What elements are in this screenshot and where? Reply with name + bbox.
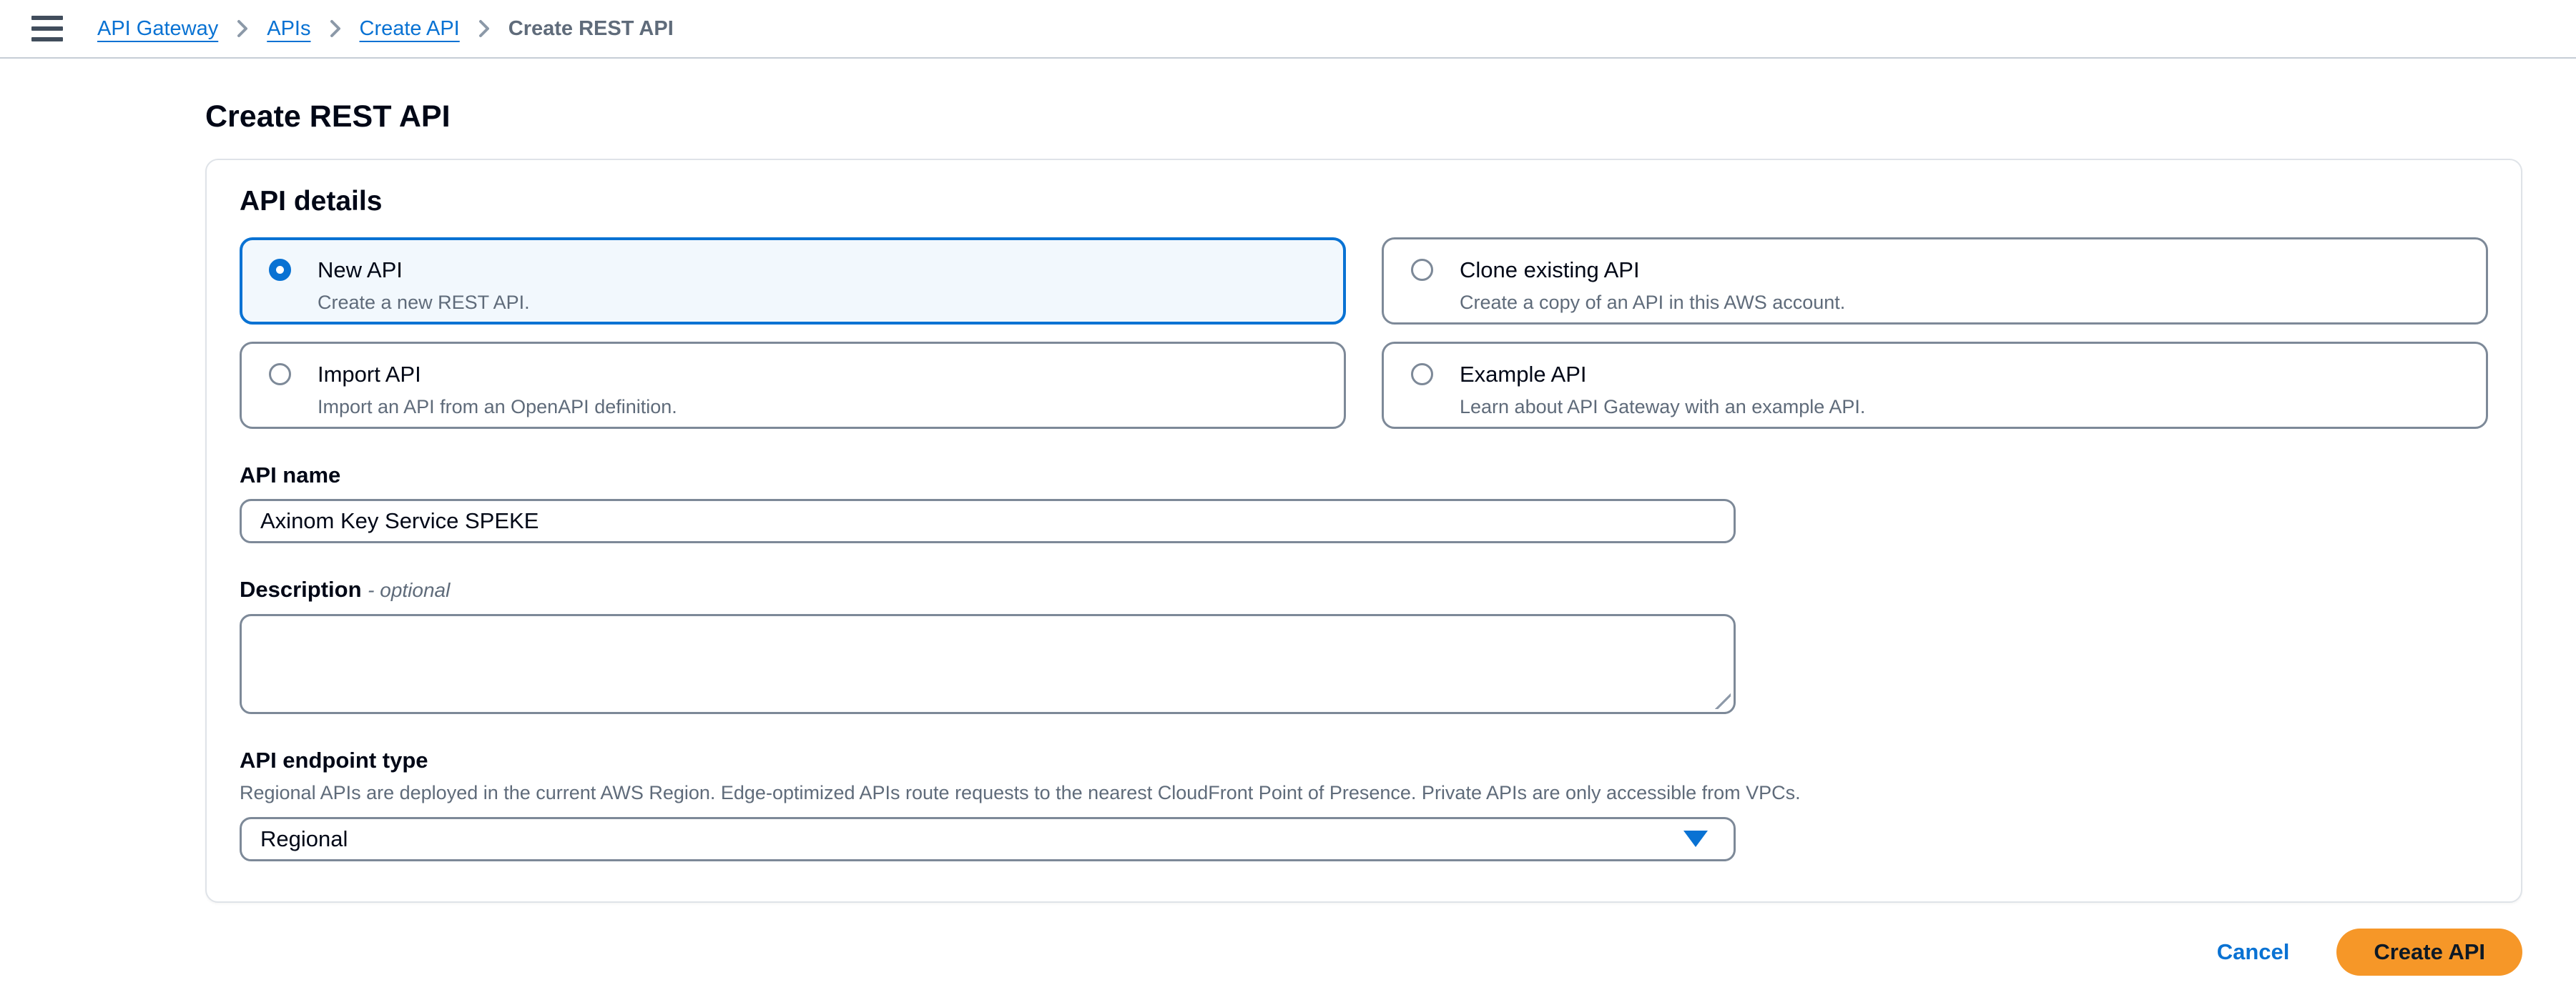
radio-selected-icon[interactable] <box>269 259 291 281</box>
breadcrumb-link-apis[interactable]: APIs <box>267 19 310 39</box>
description-label-text: Description <box>240 577 362 602</box>
page-title: Create REST API <box>205 99 2576 136</box>
tile-label: New API <box>318 257 1322 284</box>
radio-unselected-icon[interactable] <box>269 363 291 385</box>
tile-description: Create a copy of an API in this AWS acco… <box>1460 291 2464 315</box>
chevron-right-icon <box>328 17 343 40</box>
breadcrumb-link-create-api[interactable]: Create API <box>360 19 460 39</box>
form-actions: Cancel Create API <box>205 929 2522 976</box>
endpoint-type-label: API endpoint type <box>240 747 2488 775</box>
cancel-button[interactable]: Cancel <box>2217 939 2290 965</box>
api-name-label: API name <box>240 462 2488 490</box>
breadcrumb: API Gateway APIs Create API Create REST … <box>97 17 674 40</box>
tile-label: Example API <box>1460 361 2464 389</box>
description-textarea[interactable] <box>240 614 1736 714</box>
tile-clone-existing-api[interactable]: Clone existing API Create a copy of an A… <box>1382 237 2488 325</box>
endpoint-type-field: API endpoint type Regional APIs are depl… <box>240 747 2488 861</box>
breadcrumb-current-page: Create REST API <box>508 19 674 39</box>
radio-unselected-icon[interactable] <box>1411 259 1433 281</box>
tile-new-api[interactable]: New API Create a new REST API. <box>240 237 1346 325</box>
api-type-radio-group: New API Create a new REST API. Clone exi… <box>240 237 2488 429</box>
tile-example-api[interactable]: Example API Learn about API Gateway with… <box>1382 342 2488 429</box>
chevron-right-icon <box>477 17 491 40</box>
description-label: Description - optional <box>240 576 2488 604</box>
tile-import-api[interactable]: Import API Import an API from an OpenAPI… <box>240 342 1346 429</box>
caret-down-icon <box>1683 831 1708 847</box>
api-details-card: API details New API Create a new REST AP… <box>205 159 2522 903</box>
tile-description: Import an API from an OpenAPI definition… <box>318 395 1322 420</box>
tile-description: Learn about API Gateway with an example … <box>1460 395 2464 420</box>
description-field: Description - optional <box>240 576 2488 714</box>
endpoint-type-help-text: Regional APIs are deployed in the curren… <box>240 781 2488 806</box>
breadcrumb-link-api-gateway[interactable]: API Gateway <box>97 19 218 39</box>
top-navigation-bar: API Gateway APIs Create API Create REST … <box>0 0 2576 59</box>
radio-unselected-icon[interactable] <box>1411 363 1433 385</box>
chevron-right-icon <box>235 17 250 40</box>
api-name-input[interactable] <box>240 499 1736 543</box>
api-name-field: API name <box>240 462 2488 544</box>
create-api-button[interactable]: Create API <box>2336 929 2522 976</box>
tile-description: Create a new REST API. <box>318 291 1322 315</box>
optional-suffix: - optional <box>368 579 450 601</box>
main-content: Create REST API API details New API Crea… <box>0 99 2576 976</box>
hamburger-menu-icon[interactable] <box>30 13 64 44</box>
endpoint-type-select[interactable]: Regional <box>240 817 1736 861</box>
endpoint-type-selected-value: Regional <box>260 826 348 852</box>
tile-label: Import API <box>318 361 1322 389</box>
card-heading: API details <box>240 186 2488 217</box>
tile-label: Clone existing API <box>1460 257 2464 284</box>
